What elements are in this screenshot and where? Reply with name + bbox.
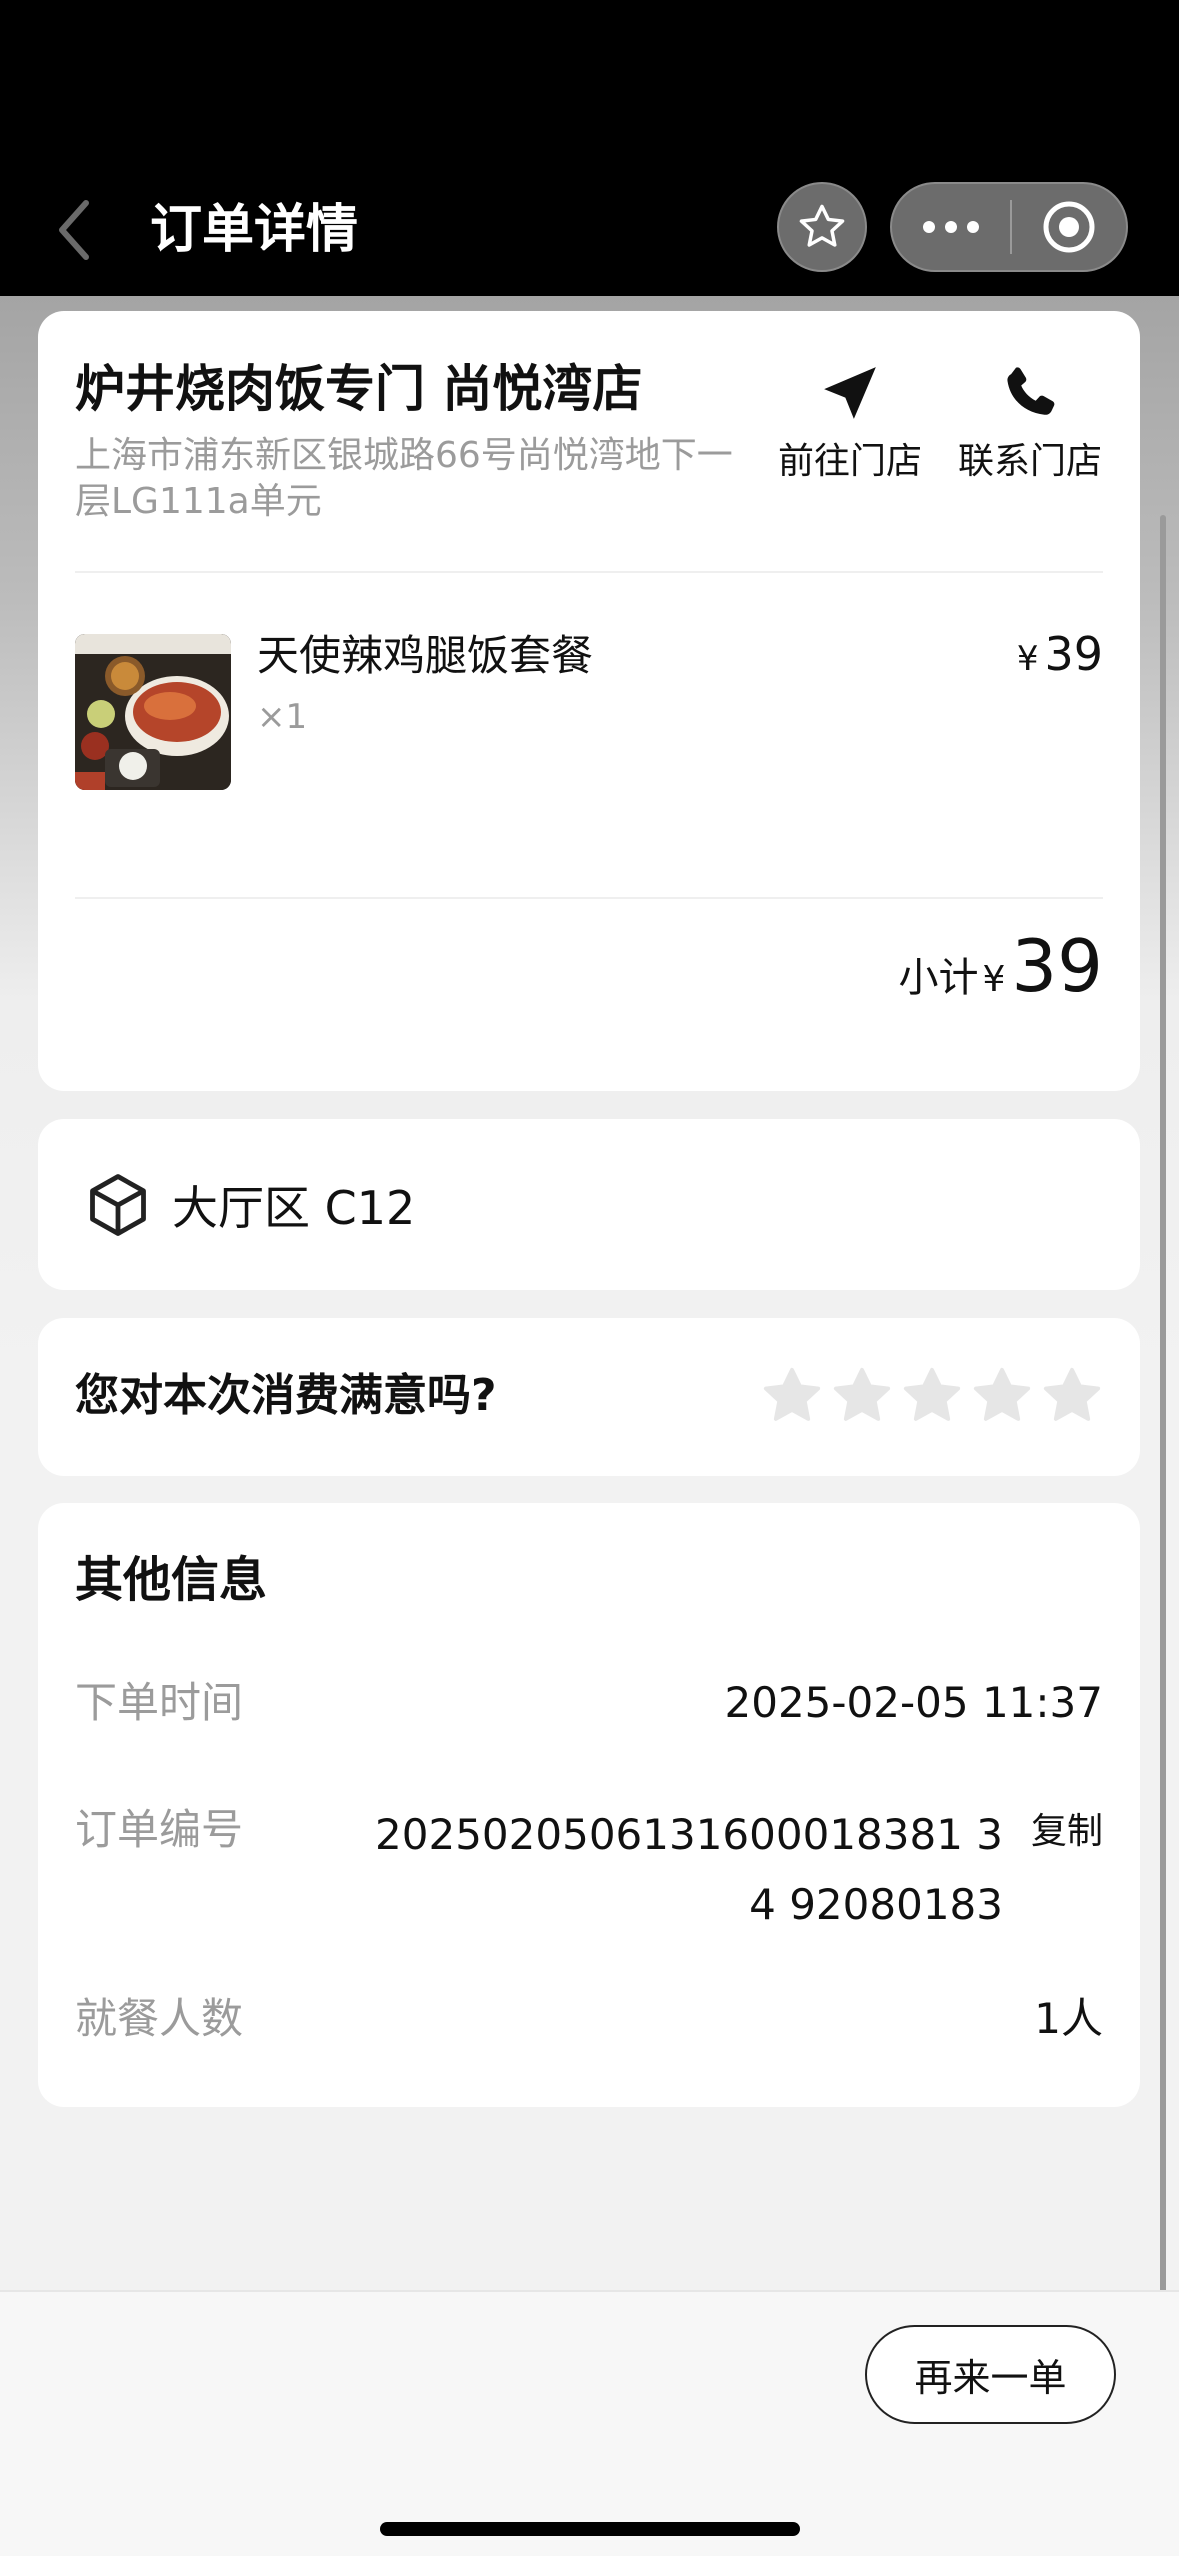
close-capsule-button[interactable]	[1012, 184, 1126, 270]
target-circle-icon	[1043, 201, 1095, 253]
chevron-left-icon	[59, 200, 89, 260]
call-label: 联系门店	[957, 441, 1102, 482]
rating-star-3[interactable]	[902, 1366, 962, 1426]
order-number-label: 订单编号	[75, 1805, 244, 1854]
store-address: 上海市浦东新区银城路66号尚悦湾地下一层LG111a单元	[75, 435, 733, 522]
rating-card: 您对本次消费满意吗?	[38, 1318, 1140, 1476]
info-heading: 其他信息	[75, 1552, 268, 1608]
rating-star-5[interactable]	[1042, 1366, 1102, 1426]
nav-bar: 订单详情	[0, 0, 1179, 296]
call-store-button[interactable]: 联系门店	[950, 357, 1110, 487]
favorite-button[interactable]	[777, 182, 867, 272]
phone-icon	[1007, 367, 1055, 415]
table-label: 大厅区 C12	[172, 1180, 416, 1235]
divider	[75, 571, 1103, 573]
food-image	[75, 634, 231, 790]
star-outline-icon	[799, 204, 845, 247]
divider	[75, 897, 1103, 899]
order-time-label: 下单时间	[75, 1678, 244, 1727]
back-button[interactable]	[50, 195, 100, 265]
item-currency: ¥	[1016, 639, 1039, 679]
copy-order-number-button[interactable]: 复制	[1031, 1806, 1103, 1858]
diners-row: 就餐人数 1人	[75, 1989, 1103, 2049]
order-time-row: 下单时间 2025-02-05 11:37	[75, 1673, 1103, 1733]
table-card: 大厅区 C12	[38, 1119, 1140, 1290]
diners-value: 1人	[1034, 1994, 1103, 2043]
subtotal-currency: ¥	[982, 959, 1006, 1000]
subtotal-label: 小计	[898, 955, 979, 1001]
order-number-value: 2025020506131600018381 34 92080183	[375, 1810, 1003, 1929]
item-price: ¥39	[1017, 626, 1103, 687]
rating-question: 您对本次消费满意吗?	[75, 1370, 497, 1421]
item-quantity: ×1	[257, 697, 308, 737]
subtotal-amount: 39	[1011, 924, 1103, 1008]
order-time-value: 2025-02-05 11:37	[724, 1678, 1103, 1727]
cube-icon	[90, 1173, 146, 1236]
diners-label: 就餐人数	[75, 1994, 244, 2043]
page-title: 订单详情	[150, 200, 359, 260]
navigate-to-store-button[interactable]: 前往门店	[770, 357, 930, 487]
order-store-card: 炉井烧肉饭专门 尚悦湾店 上海市浦东新区银城路66号尚悦湾地下一层LG111a单…	[38, 311, 1140, 1091]
navigate-label: 前往门店	[777, 441, 922, 482]
more-dots-icon[interactable]	[892, 184, 1010, 270]
reorder-button[interactable]: 再来一单	[865, 2325, 1116, 2424]
scrollbar[interactable]	[1160, 515, 1166, 2395]
home-indicator[interactable]	[380, 2522, 800, 2536]
rating-star-1[interactable]	[762, 1366, 822, 1426]
navigation-arrow-icon	[824, 367, 876, 419]
bottom-bar: 再来一单	[0, 2290, 1179, 2556]
item-price-value: 39	[1044, 627, 1103, 681]
subtotal: 小计 ¥ 39	[898, 921, 1103, 1011]
store-name: 炉井烧肉饭专门 尚悦湾店	[75, 360, 643, 418]
order-number-row: 订单编号 2025020506131600018381 34 92080183 …	[75, 1800, 1103, 1940]
rating-stars	[762, 1366, 1102, 1426]
rating-star-4[interactable]	[972, 1366, 1032, 1426]
other-info-card: 其他信息 下单时间 2025-02-05 11:37 订单编号 20250205…	[38, 1503, 1140, 2107]
item-name: 天使辣鸡腿饭套餐	[257, 631, 594, 680]
mini-program-capsule	[890, 182, 1128, 272]
rating-star-2[interactable]	[832, 1366, 892, 1426]
